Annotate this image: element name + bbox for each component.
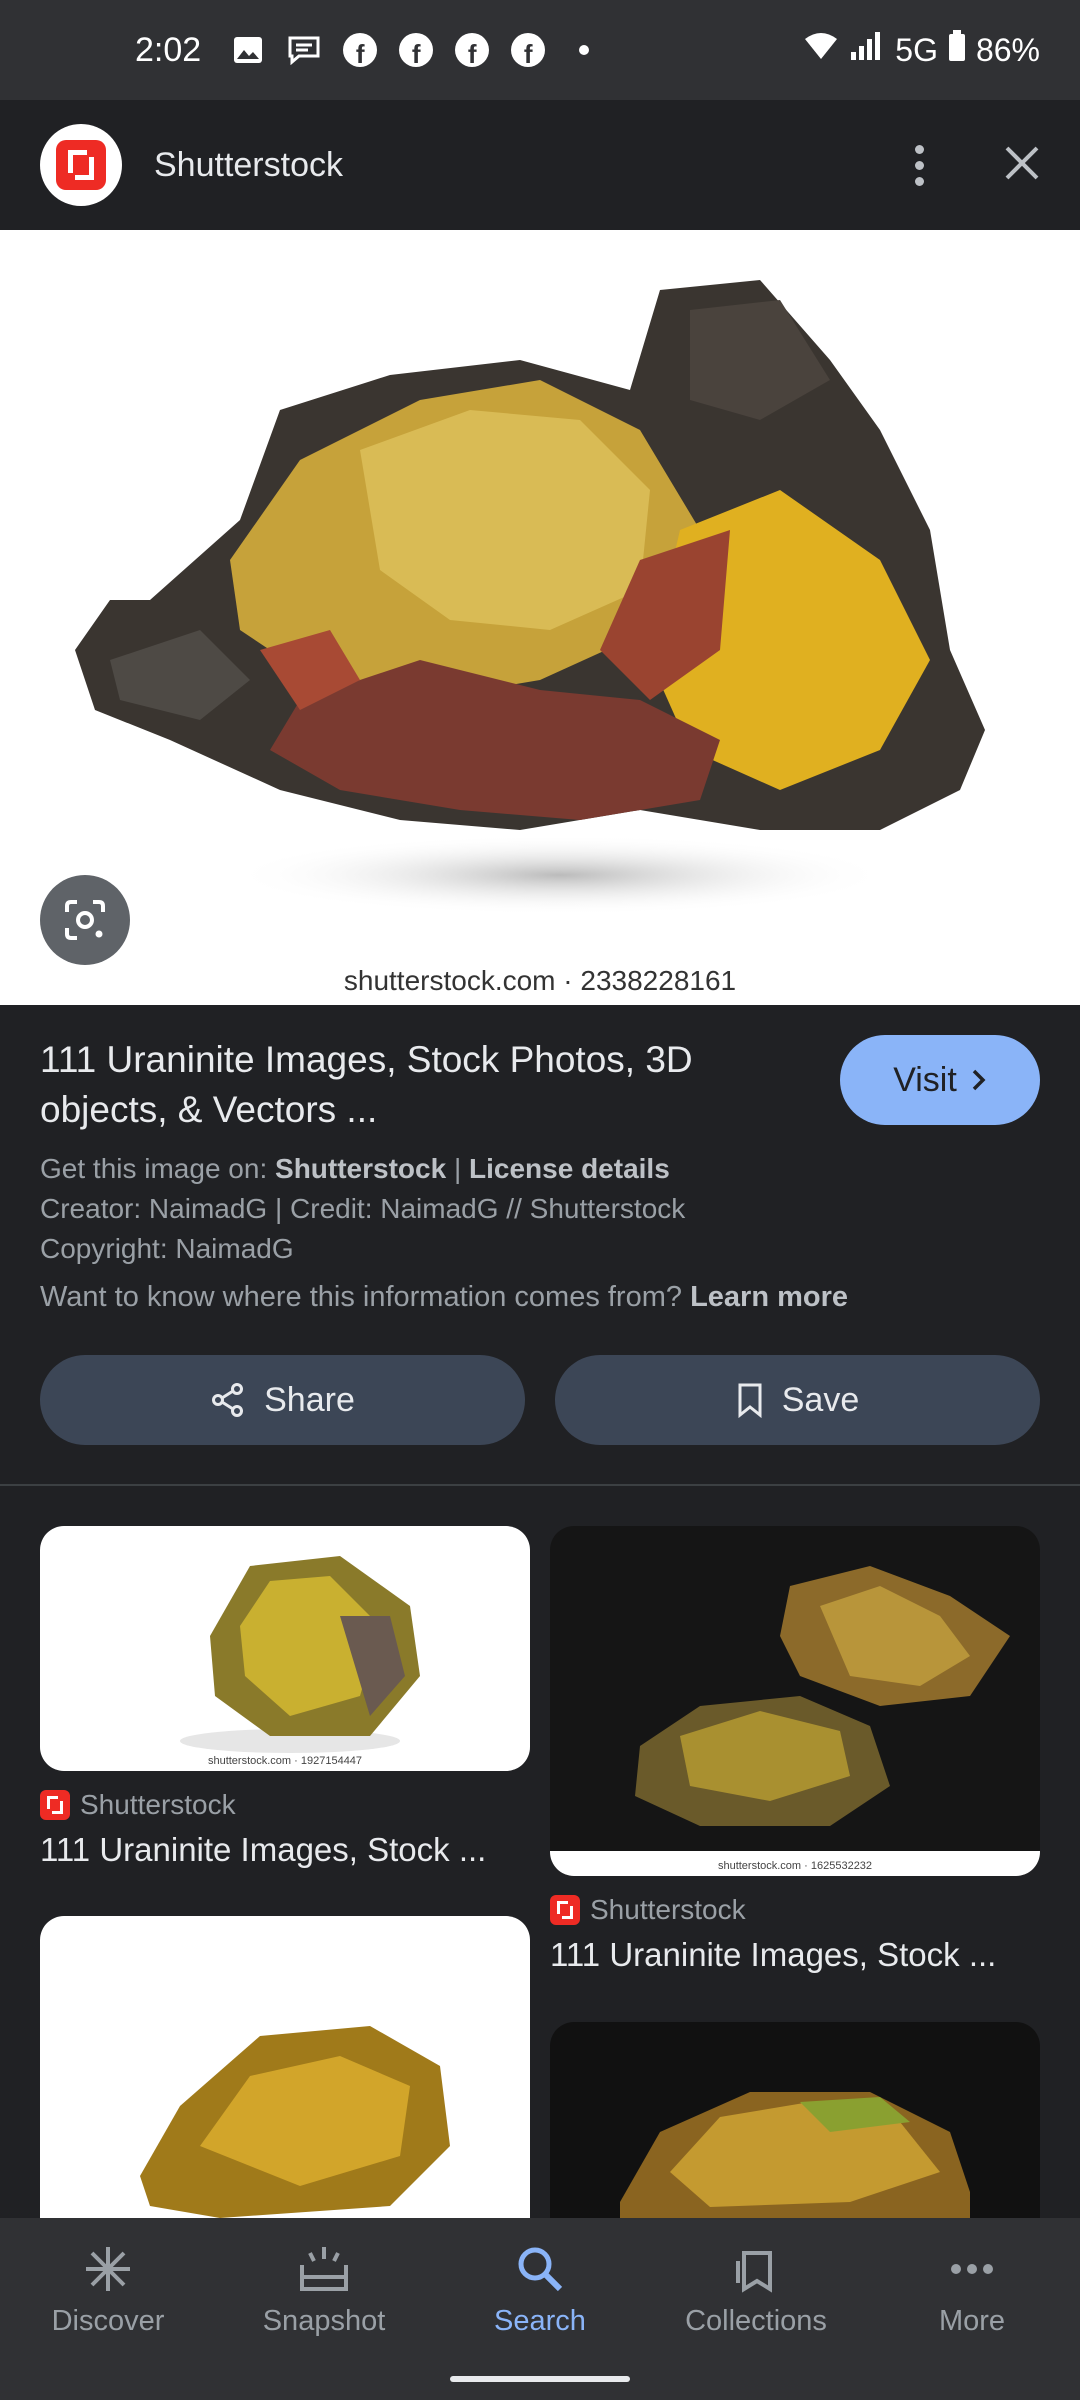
- notification-icons: f f f f: [231, 33, 590, 67]
- related-thumbnail[interactable]: [550, 2022, 1040, 2218]
- more-icon: [951, 2264, 993, 2274]
- save-label: Save: [781, 1380, 860, 1419]
- info-question: Want to know where this information come…: [40, 1281, 683, 1313]
- main-image[interactable]: shutterstock.com · 2338228161: [0, 230, 1080, 1005]
- shutterstock-logo[interactable]: [40, 124, 122, 206]
- related-thumbnail[interactable]: shutterstock.com · 1927154447: [40, 1526, 530, 1771]
- more-options-icon[interactable]: [904, 144, 934, 186]
- related-result-card[interactable]: [40, 1916, 530, 2218]
- learn-more-link[interactable]: Learn more: [690, 1281, 848, 1313]
- status-bar: 2:02 f f f f 5G 86%: [0, 0, 1080, 100]
- shutterstock-logo: [40, 1790, 70, 1820]
- shutterstock-logo: [550, 1895, 580, 1925]
- visit-button[interactable]: Visit: [840, 1035, 1040, 1125]
- more-notifications-dot: [579, 45, 590, 55]
- share-label: Share: [264, 1380, 355, 1419]
- get-image-prefix: Get this image on:: [40, 1153, 268, 1184]
- google-lens-icon: [65, 900, 105, 940]
- related-thumbnail[interactable]: shutterstock.com · 1625532232: [550, 1526, 1040, 1876]
- uraninite-rock-image: [75, 280, 985, 915]
- search-icon: [518, 2247, 563, 2292]
- message-icon: [287, 33, 321, 67]
- copyright: Copyright: NaimadG: [40, 1233, 294, 1264]
- share-button[interactable]: Share: [40, 1355, 525, 1445]
- nav-snapshot[interactable]: Snapshot: [216, 2243, 432, 2400]
- nav-discover[interactable]: Discover: [0, 2243, 216, 2400]
- related-result-card[interactable]: shutterstock.com · 1927154447 Shuttersto…: [40, 1526, 530, 1869]
- nav-label: Snapshot: [262, 2305, 386, 2337]
- image-watermark: shutterstock.com · 2338228161: [343, 965, 737, 996]
- related-result-card[interactable]: [550, 2022, 1040, 2218]
- nav-label: More: [938, 2305, 1006, 2337]
- image-metadata: Get this image on: Shutterstock | Licens…: [40, 1149, 1040, 1269]
- chevron-right-icon: [972, 1069, 986, 1091]
- related-result-card[interactable]: shutterstock.com · 1625532232 Shuttersto…: [550, 1526, 1040, 1974]
- thumbnail-watermark: shutterstock.com · 1625532232: [717, 1860, 873, 1872]
- source-link[interactable]: Shutterstock: [275, 1153, 446, 1184]
- share-icon: [212, 1383, 244, 1417]
- nav-more[interactable]: More: [864, 2243, 1080, 2400]
- bookmark-icon: [738, 1383, 762, 1418]
- save-button[interactable]: Save: [555, 1355, 1040, 1445]
- status-time: 2:02: [135, 30, 202, 69]
- result-title[interactable]: 111 Uraninite Images, Stock Photos, 3D o…: [40, 1035, 800, 1135]
- result-info: 111 Uraninite Images, Stock Photos, 3D o…: [40, 1035, 1040, 1314]
- signal-icon: [849, 30, 885, 70]
- gesture-home-bar[interactable]: [450, 2376, 630, 2382]
- visit-label: Visit: [893, 1060, 957, 1099]
- info-source-note: Want to know where this information come…: [40, 1281, 1040, 1314]
- creator-credit: Creator: NaimadG | Credit: NaimadG // Sh…: [40, 1193, 686, 1224]
- section-divider: [0, 1484, 1080, 1486]
- nav-label: Search: [494, 2305, 586, 2337]
- bottom-navigation: Discover Snapshot Search Collections Mor…: [0, 2218, 1080, 2400]
- nav-label: Collections: [685, 2305, 827, 2337]
- close-icon[interactable]: [1004, 145, 1040, 186]
- site-name[interactable]: Shutterstock: [154, 146, 343, 185]
- card-source-name: Shutterstock: [80, 1789, 236, 1820]
- facebook-icon: f: [343, 33, 378, 67]
- thumbnail-watermark: shutterstock.com · 1927154447: [207, 1755, 363, 1767]
- network-type: 5G: [895, 31, 938, 68]
- system-status: 5G 86%: [803, 30, 1040, 70]
- meta-separator: |: [453, 1153, 462, 1184]
- action-row: Share Save: [40, 1355, 1040, 1445]
- collections-icon: [736, 2251, 772, 2293]
- asterisk-icon: [86, 2247, 130, 2291]
- rock-thumbnail: [140, 2026, 450, 2218]
- nav-collections[interactable]: Collections: [648, 2243, 864, 2400]
- gallery-icon: [231, 33, 265, 67]
- facebook-icon: f: [511, 33, 546, 67]
- license-details-link[interactable]: License details: [469, 1153, 670, 1184]
- nav-label: Discover: [51, 2305, 165, 2337]
- wifi-icon: [803, 31, 839, 69]
- battery-percent: 86%: [975, 31, 1040, 68]
- facebook-icon: f: [455, 33, 490, 67]
- rock-thumbnail: [620, 2092, 970, 2218]
- card-source-name: Shutterstock: [590, 1894, 746, 1925]
- card-title: 111 Uraninite Images, Stock ...: [550, 1936, 997, 1973]
- facebook-icon: f: [399, 33, 434, 67]
- related-thumbnail[interactable]: [40, 1916, 530, 2218]
- lens-button[interactable]: [40, 875, 130, 965]
- card-source: Shutterstock: [40, 1789, 530, 1821]
- rock-thumbnail: [180, 1556, 420, 1753]
- card-title: 111 Uraninite Images, Stock ...: [40, 1831, 487, 1868]
- rock-thumbnail: [550, 1566, 1040, 1876]
- card-source: Shutterstock: [550, 1894, 1040, 1926]
- snapshot-icon: [300, 2247, 348, 2291]
- viewer-header: Shutterstock: [0, 100, 1080, 230]
- battery-icon: [948, 30, 966, 70]
